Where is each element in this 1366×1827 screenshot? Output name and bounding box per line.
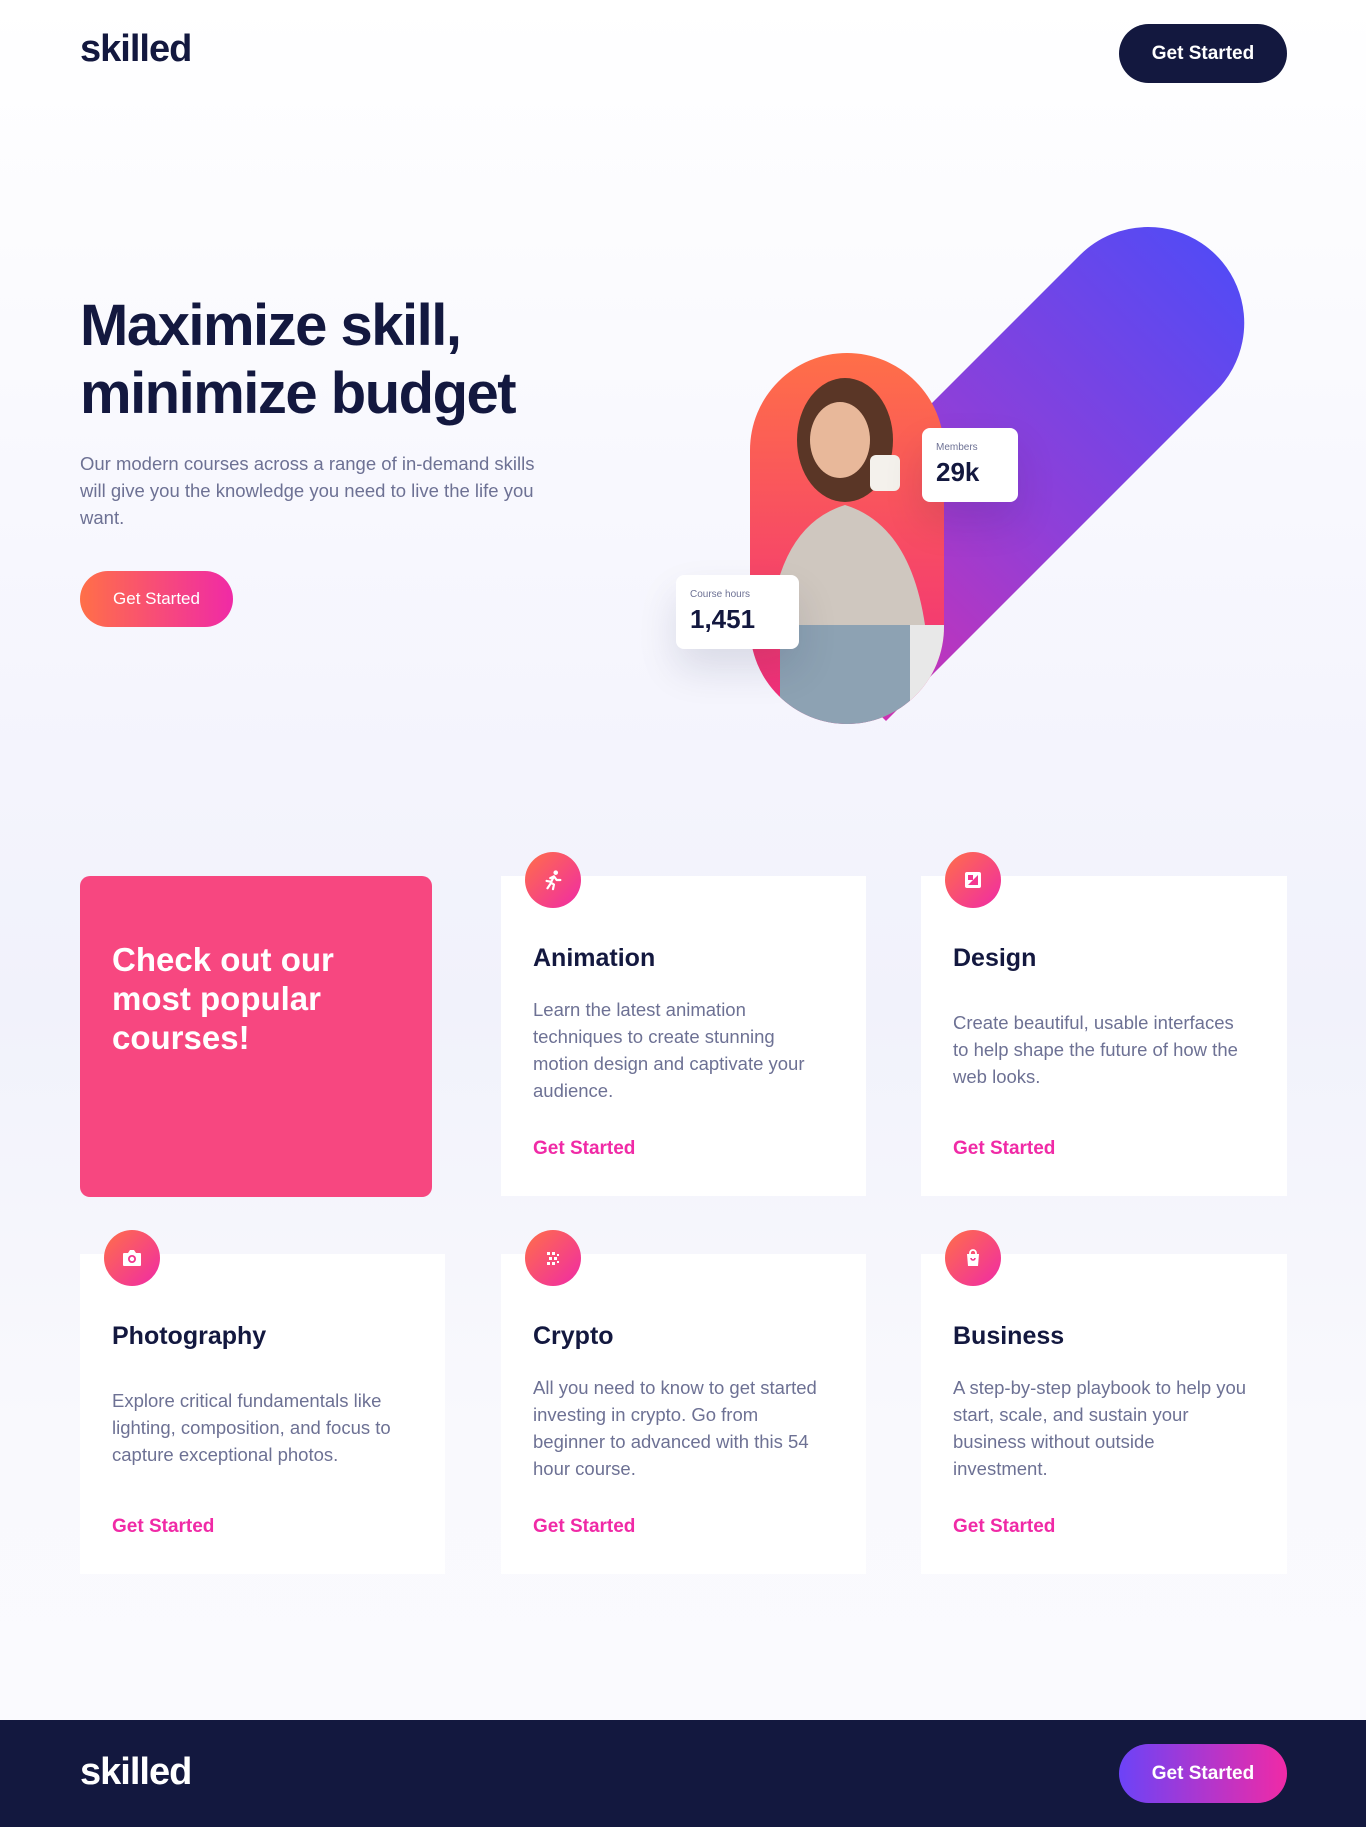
running-person-icon bbox=[525, 852, 581, 908]
site-header: skilled Get Started bbox=[0, 0, 1366, 110]
course-description: All you need to know to get started inve… bbox=[533, 1377, 817, 1479]
course-card-photography: Photography Explore critical fundamental… bbox=[80, 1230, 445, 1574]
course-hours-value: 1,451 bbox=[690, 604, 756, 634]
course-title: Crypto bbox=[533, 1322, 614, 1350]
course-description: Explore critical fundamentals like light… bbox=[112, 1390, 391, 1465]
course-get-started-link[interactable]: Get Started bbox=[533, 1138, 635, 1160]
shopping-bag-icon bbox=[945, 1230, 1001, 1286]
course-title: Business bbox=[953, 1322, 1065, 1350]
course-get-started-link[interactable]: Get Started bbox=[953, 1138, 1055, 1160]
course-description: Create beautiful, usable interfaces to h… bbox=[953, 1012, 1238, 1087]
hero-title: Maximize skill, minimize budget bbox=[80, 292, 640, 428]
footer-logo[interactable]: skilled bbox=[80, 1751, 192, 1794]
design-frame-icon bbox=[945, 852, 1001, 908]
hero-get-started-button[interactable]: Get Started bbox=[80, 571, 233, 627]
course-hours-stat-card: Course hours 1,451 bbox=[676, 575, 799, 649]
logo[interactable]: skilled bbox=[80, 28, 192, 71]
members-label: Members bbox=[936, 442, 978, 453]
course-get-started-link[interactable]: Get Started bbox=[112, 1516, 214, 1538]
course-get-started-link[interactable]: Get Started bbox=[953, 1516, 1055, 1538]
hero-description: Our modern courses across a range of in-… bbox=[80, 453, 535, 528]
course-description: A step-by-step playbook to help you star… bbox=[953, 1377, 1247, 1479]
course-card-design: Design Create beautiful, usable interfac… bbox=[921, 852, 1287, 1196]
course-hours-label: Course hours bbox=[690, 589, 751, 600]
crypto-dots-icon bbox=[525, 1230, 581, 1286]
course-get-started-link[interactable]: Get Started bbox=[533, 1516, 635, 1538]
footer-get-started-button[interactable]: Get Started bbox=[1119, 1744, 1287, 1803]
promo-text: Check out our most popular courses! bbox=[112, 941, 334, 1056]
popular-courses-promo: Check out our most popular courses! bbox=[80, 876, 432, 1197]
course-title: Photography bbox=[112, 1322, 267, 1350]
course-title: Design bbox=[953, 944, 1037, 972]
course-description: Learn the latest animation techniques to… bbox=[533, 999, 805, 1101]
site-footer: skilled Get Started bbox=[0, 1720, 1366, 1827]
camera-icon bbox=[104, 1230, 160, 1286]
hero-illustration: Members 29k Course hours 1,451 bbox=[670, 205, 1260, 725]
course-card-crypto: Crypto All you need to know to get start… bbox=[501, 1230, 866, 1574]
course-card-business: Business A step-by-step playbook to help… bbox=[921, 1230, 1287, 1574]
course-card-animation: Animation Learn the latest animation tec… bbox=[501, 852, 866, 1196]
members-value: 29k bbox=[936, 457, 980, 487]
hero-title-line2: minimize budget bbox=[80, 361, 517, 426]
header-get-started-button[interactable]: Get Started bbox=[1119, 24, 1287, 83]
course-title: Animation bbox=[533, 944, 656, 972]
members-stat-card: Members 29k bbox=[922, 428, 1018, 502]
hero-title-line1: Maximize skill, bbox=[80, 293, 462, 358]
